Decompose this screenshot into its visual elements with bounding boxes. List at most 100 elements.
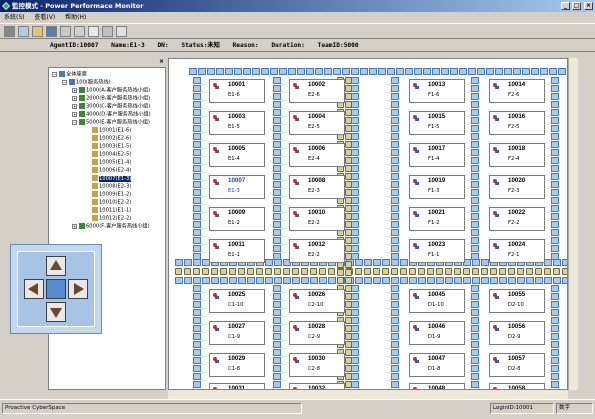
- center-button[interactable]: [46, 279, 66, 299]
- expand-icon[interactable]: −: [72, 119, 77, 125]
- agent-card[interactable]: 10010 E2-2: [289, 207, 345, 231]
- tree-agent[interactable]: 10005(E1-4): [92, 159, 131, 167]
- expand-icon[interactable]: +: [72, 111, 77, 117]
- tree-team[interactable]: +3000(C-客户服务热线小组): [72, 103, 150, 111]
- expand-icon[interactable]: +: [72, 87, 77, 93]
- agent-card[interactable]: 10048: [409, 383, 465, 389]
- agent-card[interactable]: 10001 E1-6: [209, 79, 265, 103]
- expand-icon[interactable]: +: [72, 95, 77, 101]
- toolbar-button-1[interactable]: [4, 26, 15, 37]
- seat-marker: [391, 149, 399, 156]
- agent-card[interactable]: 10008 E2-3: [289, 175, 345, 199]
- agent-card[interactable]: 10006 E2-4: [289, 143, 345, 167]
- agent-card[interactable]: 10058: [489, 383, 545, 389]
- agent-card[interactable]: 10004 E2-5: [289, 111, 345, 135]
- tree-agent[interactable]: 10008(E2-3): [92, 183, 131, 191]
- agent-card[interactable]: 10046 D1-9: [409, 321, 465, 345]
- aisle-marker: [445, 268, 452, 275]
- menu-system[interactable]: 系統(S): [4, 14, 25, 21]
- agent-card[interactable]: 10056 D2-9: [489, 321, 545, 345]
- menu-help[interactable]: 帮助(H): [65, 14, 86, 21]
- tree-agent[interactable]: 10006(E2-4): [92, 167, 131, 175]
- agent-card[interactable]: 10014 F2-6: [489, 79, 545, 103]
- agent-card[interactable]: 10028 C2-9: [289, 321, 345, 345]
- agent-card[interactable]: 10023 F1-1: [409, 239, 465, 263]
- tree-team[interactable]: +6000(F-客户服务热线小组): [72, 223, 150, 231]
- agent-card[interactable]: 10045 D1-10: [409, 289, 465, 313]
- tree-agent[interactable]: 10012(E2-2): [92, 215, 131, 223]
- pan-up-button[interactable]: [46, 256, 66, 276]
- vertical-scrollbar[interactable]: [568, 58, 578, 390]
- agent-card[interactable]: 10057 D2-8: [489, 353, 545, 377]
- minimize-button[interactable]: _: [561, 2, 570, 10]
- agent-card[interactable]: 10024 F2-1: [489, 239, 545, 263]
- agent-card[interactable]: 10021 F1-2: [409, 207, 465, 231]
- close-button[interactable]: ×: [584, 2, 593, 10]
- seat-marker: [551, 133, 559, 140]
- agent-card[interactable]: 10018 F2-4: [489, 143, 545, 167]
- agent-card[interactable]: 10016 F2-5: [489, 111, 545, 135]
- pan-left-button[interactable]: [24, 279, 44, 299]
- menu-view[interactable]: 查看(V): [34, 14, 55, 21]
- agent-card[interactable]: 10030 C2-8: [289, 353, 345, 377]
- agent-card[interactable]: 10031: [209, 383, 265, 389]
- agent-icon: [92, 183, 98, 189]
- tree-team[interactable]: +1000(A-客户服务热线小组): [72, 87, 150, 95]
- agent-card[interactable]: 10013 F1-6: [409, 79, 465, 103]
- toolbar-button-8[interactable]: [102, 26, 113, 37]
- agent-card[interactable]: 10002 E2-6: [289, 79, 345, 103]
- horizontal-scrollbar[interactable]: [168, 390, 568, 399]
- tree-agent[interactable]: 10004(E2-5): [92, 151, 131, 159]
- tree-agent[interactable]: 10011(E1-1): [92, 207, 131, 215]
- agent-card[interactable]: 10011 E1-1: [209, 239, 265, 263]
- agent-card[interactable]: 10047 D1-8: [409, 353, 465, 377]
- seat-marker: [216, 68, 224, 75]
- agent-card[interactable]: 10003 E1-5: [209, 111, 265, 135]
- agent-card-name: E1-4: [228, 156, 240, 162]
- seat-marker: [391, 101, 399, 108]
- agent-card[interactable]: 10029 C1-8: [209, 353, 265, 377]
- toolbar-button-5[interactable]: [60, 26, 71, 37]
- toolbar-button-2[interactable]: [18, 26, 29, 37]
- expand-icon[interactable]: +: [72, 223, 77, 229]
- close-panel-icon[interactable]: ×: [159, 58, 164, 65]
- agent-card[interactable]: 10009 E1-2: [209, 207, 265, 231]
- agent-card[interactable]: 10027 C1-9: [209, 321, 265, 345]
- toolbar-button-4[interactable]: [46, 26, 57, 37]
- tree-agent[interactable]: 10001(E1-6): [92, 127, 131, 135]
- agent-card[interactable]: 10015 F1-5: [409, 111, 465, 135]
- expand-icon[interactable]: +: [72, 103, 77, 109]
- collapse-icon[interactable]: −: [62, 79, 67, 85]
- collapse-icon[interactable]: −: [52, 71, 57, 77]
- toolbar-button-7[interactable]: [88, 26, 99, 37]
- tree-agent[interactable]: 10010(E2-2): [92, 199, 131, 207]
- agent-card[interactable]: 10017 F1-4: [409, 143, 465, 167]
- toolbar-button-9[interactable]: [116, 26, 127, 37]
- agent-card[interactable]: 10025 C1-10: [209, 289, 265, 313]
- agent-card[interactable]: 10007 E1-3: [209, 175, 265, 199]
- tree-agent[interactable]: 10003(E1-5): [92, 143, 131, 151]
- tree-team[interactable]: +4000(D-客户服务热线小组): [72, 111, 151, 119]
- agent-card[interactable]: 10026 C2-10: [289, 289, 345, 313]
- agent-card[interactable]: 10055 D2-10: [489, 289, 545, 313]
- agent-status-icon: [292, 114, 300, 122]
- maximize-button[interactable]: □: [572, 2, 581, 10]
- agent-card[interactable]: 10005 E1-4: [209, 143, 265, 167]
- tree-root[interactable]: − 全体座席: [52, 71, 87, 79]
- tree-team[interactable]: − 5000(E-客户服务热线小组): [72, 119, 150, 127]
- agent-card[interactable]: 10019 F1-3: [409, 175, 465, 199]
- toolbar-button-6[interactable]: [74, 26, 85, 37]
- agent-card[interactable]: 10020 F2-3: [489, 175, 545, 199]
- agent-card[interactable]: 10032: [289, 383, 345, 389]
- pan-down-button[interactable]: [46, 302, 66, 322]
- tree-agent[interactable]: 10009(E1-2): [92, 191, 131, 199]
- agent-card[interactable]: 10012 E2-2: [289, 239, 345, 263]
- tree-agent[interactable]: 10002(E2-6): [92, 135, 131, 143]
- pan-right-button[interactable]: [68, 279, 88, 299]
- toolbar-button-3[interactable]: [32, 26, 43, 37]
- tree-group[interactable]: −100(服务热线): [62, 79, 111, 87]
- agent-card[interactable]: 10022 F2-2: [489, 207, 545, 231]
- tree-team[interactable]: +2000(B-客户服务热线小组): [72, 95, 150, 103]
- tree-panel-header: ×: [48, 58, 166, 67]
- tree-agent[interactable]: 10007(E1-3): [92, 175, 132, 183]
